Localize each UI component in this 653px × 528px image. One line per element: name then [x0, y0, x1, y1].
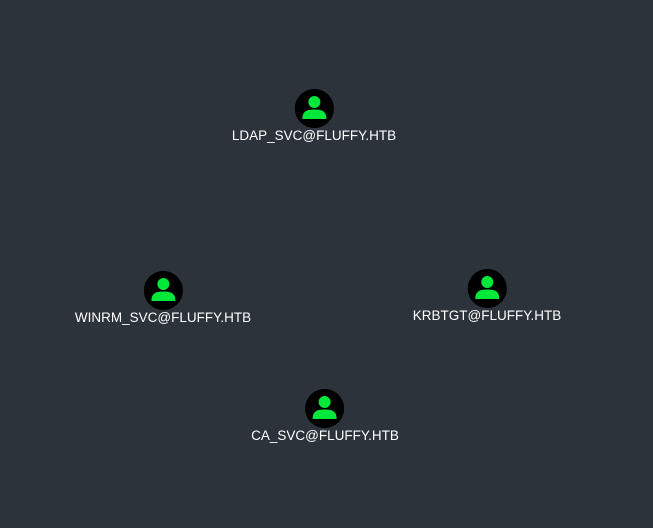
node-label: LDAP_SVC@FLUFFY.HTB [231, 128, 397, 143]
user-icon[interactable] [294, 89, 334, 128]
node-label: KRBTGT@FLUFFY.HTB [412, 308, 562, 323]
graph-node-ca-svc[interactable]: CA_SVC@FLUFFY.HTB [251, 389, 399, 444]
graph-node-krbtgt[interactable]: KRBTGT@FLUFFY.HTB [413, 269, 561, 324]
graph-canvas[interactable]: LDAP_SVC@FLUFFY.HTB WINRM_SVC@FLUFFY.HTB… [0, 0, 653, 528]
graph-node-winrm-svc[interactable]: WINRM_SVC@FLUFFY.HTB [75, 271, 251, 326]
user-icon[interactable] [467, 269, 507, 308]
graph-node-ldap-svc[interactable]: LDAP_SVC@FLUFFY.HTB [232, 89, 396, 144]
user-icon[interactable] [143, 271, 183, 310]
user-icon[interactable] [305, 389, 345, 428]
node-label: WINRM_SVC@FLUFFY.HTB [74, 310, 252, 325]
node-label: CA_SVC@FLUFFY.HTB [251, 428, 399, 443]
